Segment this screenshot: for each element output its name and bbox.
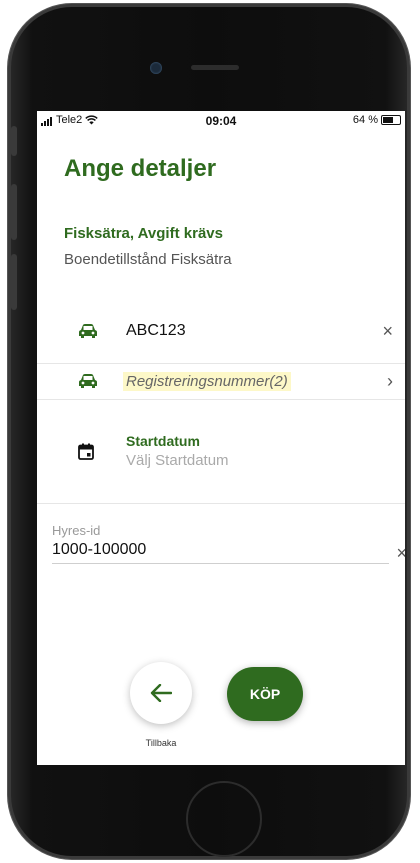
clear-icon[interactable]: ×: [396, 543, 405, 564]
back-button-label: Tillbaka: [145, 738, 177, 748]
calendar-icon: [78, 443, 94, 460]
registration-placeholder: Registreringsnummer(2): [123, 371, 291, 391]
app-screen: Tele2 09:04 64 % Ange detaljer Fisksätra…: [37, 111, 405, 765]
back-button[interactable]: [130, 662, 192, 724]
volume-down-button: [11, 254, 17, 310]
page-title: Ange detaljer: [64, 155, 217, 182]
start-date-text: Startdatum Välj Startdatum: [126, 433, 229, 469]
battery-percent: 64 %: [352, 114, 378, 126]
start-date-row[interactable]: Startdatum Välj Startdatum: [37, 399, 405, 504]
arrow-left-icon: [150, 684, 172, 702]
buy-button[interactable]: KÖP: [227, 667, 303, 721]
vehicle-row-1[interactable]: ABC123 ×: [37, 299, 405, 364]
front-camera: [150, 62, 162, 74]
license-plate-value: ABC123: [126, 322, 186, 339]
volume-up-button: [11, 184, 17, 240]
zone-title: Fisksätra, Avgift krävs: [64, 225, 223, 242]
mute-switch: [11, 126, 17, 156]
earpiece-speaker: [191, 65, 239, 70]
hyres-id-input[interactable]: 1000-100000: [52, 541, 389, 564]
status-right: 64 %: [353, 114, 401, 126]
status-time: 09:04: [205, 114, 237, 128]
vehicle-row-2[interactable]: Registreringsnummer(2) ›: [37, 363, 405, 400]
start-date-label: Startdatum: [126, 433, 200, 449]
battery-icon: [381, 115, 401, 125]
chevron-right-icon[interactable]: ›: [387, 371, 393, 392]
car-icon: [79, 324, 97, 338]
hyres-id-label: Hyres-id: [52, 523, 101, 538]
start-date-placeholder: Välj Startdatum: [126, 452, 229, 469]
close-icon[interactable]: ×: [382, 321, 393, 342]
zone-subtitle: Boendetillstånd Fisksätra: [64, 251, 232, 268]
status-bar: Tele2 09:04 64 %: [37, 111, 405, 129]
home-button[interactable]: [186, 781, 262, 857]
car-icon: [79, 374, 97, 388]
